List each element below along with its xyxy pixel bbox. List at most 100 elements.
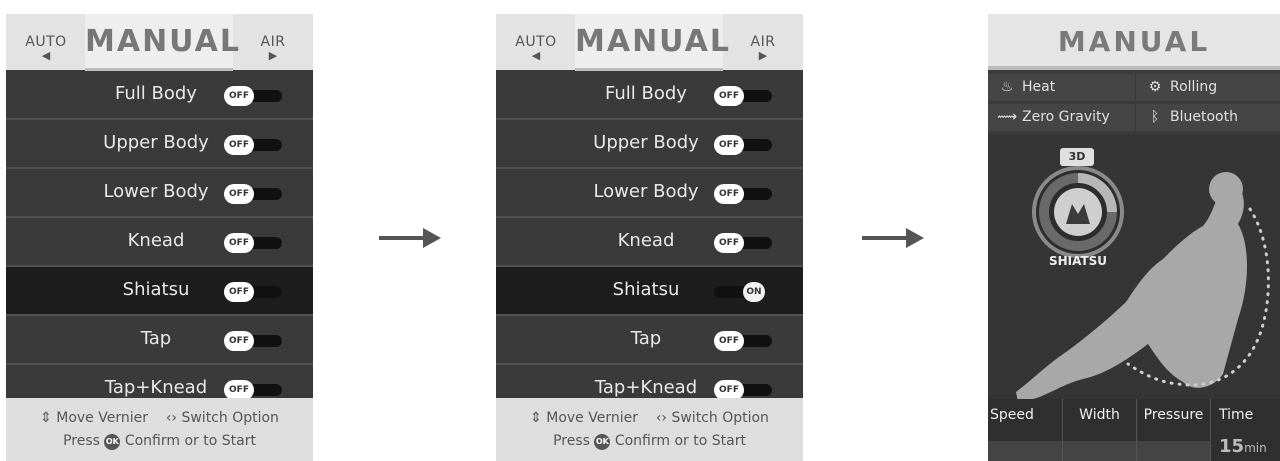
- program-toggle[interactable]: OFF: [224, 331, 298, 351]
- press-text: Press: [553, 433, 590, 449]
- manual-menu-panel-before: AUTO ◀ MANUAL AIR ▶ Full Body OFF Upper …: [6, 14, 313, 461]
- program-row-upper-body[interactable]: Upper Body OFF: [496, 120, 803, 169]
- program-row-tap[interactable]: Tap OFF: [496, 316, 803, 365]
- right-arrow-icon: [379, 228, 441, 248]
- metric-width[interactable]: Width: [1063, 399, 1137, 461]
- metric-pressure[interactable]: Pressure: [1137, 399, 1211, 461]
- program-toggle[interactable]: OFF: [224, 380, 298, 400]
- program-row-lower-body[interactable]: Lower Body OFF: [6, 169, 313, 218]
- tab-auto-label: AUTO: [515, 34, 557, 50]
- feature-bluetooth: ᛒ Bluetooth: [1136, 104, 1280, 131]
- toggle-state: OFF: [714, 86, 744, 106]
- zero-gravity-icon: ⟿: [996, 109, 1018, 125]
- triangle-left-icon: ◀: [531, 49, 541, 62]
- left-right-arrows-icon: ‹›: [165, 410, 178, 426]
- pressure-label: Pressure: [1143, 407, 1204, 423]
- program-label: Tap+Knead: [104, 377, 208, 398]
- toggle-state: OFF: [224, 184, 254, 204]
- program-toggle[interactable]: OFF: [714, 380, 788, 400]
- triangle-left-icon: ◀: [41, 49, 51, 62]
- program-row-lower-body[interactable]: Lower Body OFF: [496, 169, 803, 218]
- toggle-state: OFF: [714, 233, 744, 253]
- tab-manual[interactable]: MANUAL: [575, 14, 729, 71]
- help-footer: ⇕ Move Vernier ‹› Switch Option Press OK…: [496, 398, 803, 461]
- feature-zero-gravity: ⟿ Zero Gravity: [988, 104, 1135, 131]
- program-row-full-body[interactable]: Full Body OFF: [6, 71, 313, 120]
- program-toggle[interactable]: OFF: [714, 331, 788, 351]
- toggle-state: OFF: [224, 282, 254, 302]
- program-row-shiatsu[interactable]: Shiatsu ON: [496, 267, 803, 316]
- tab-manual[interactable]: MANUAL: [85, 14, 239, 71]
- toggle-state: OFF: [714, 380, 744, 400]
- tab-air[interactable]: AIR ▶: [723, 14, 803, 70]
- mode-tab-bar: AUTO ◀ MANUAL AIR ▶: [6, 14, 313, 71]
- toggle-state: OFF: [224, 233, 254, 253]
- program-toggle[interactable]: OFF: [714, 135, 788, 155]
- program-toggle[interactable]: OFF: [224, 282, 298, 302]
- massage-visual: 3D SHIATSU: [988, 134, 1280, 408]
- time-readout: 15min: [1219, 436, 1267, 457]
- toggle-state: OFF: [224, 86, 254, 106]
- time-value: 15: [1219, 436, 1245, 457]
- program-row-knead[interactable]: Knead OFF: [6, 218, 313, 267]
- speed-level: [988, 441, 1062, 461]
- program-row-upper-body[interactable]: Upper Body OFF: [6, 120, 313, 169]
- program-label: Tap: [140, 328, 172, 349]
- program-label: Full Body: [605, 83, 687, 104]
- program-row-shiatsu[interactable]: Shiatsu OFF: [6, 267, 313, 316]
- program-label: Shiatsu: [122, 279, 190, 300]
- program-label: Tap+Knead: [594, 377, 698, 398]
- status-title: MANUAL: [988, 14, 1280, 70]
- tab-air-label: AIR: [260, 34, 286, 50]
- feature-rolling-label: Rolling: [1170, 79, 1218, 95]
- manual-menu-panel-after: AUTO ◀ MANUAL AIR ▶ Full Body OFF Upper …: [496, 14, 803, 461]
- switch-hint: Switch Option: [671, 410, 769, 426]
- program-toggle[interactable]: OFF: [714, 233, 788, 253]
- program-label: Shiatsu: [612, 279, 680, 300]
- time-unit: min: [1244, 441, 1267, 455]
- program-toggle[interactable]: OFF: [224, 184, 298, 204]
- mode-tab-bar: AUTO ◀ MANUAL AIR ▶: [496, 14, 803, 71]
- massage-status-panel: MANUAL ♨ Heat ⚙ Rolling ⟿ Zero Gravity ᛒ Blu…: [988, 14, 1280, 461]
- press-text: Press: [63, 433, 100, 449]
- program-toggle[interactable]: OFF: [224, 86, 298, 106]
- program-list: Full Body OFF Upper Body OFF Lower Body …: [496, 71, 803, 412]
- program-toggle[interactable]: OFF: [224, 233, 298, 253]
- width-label: Width: [1079, 407, 1120, 423]
- metric-speed[interactable]: Speed: [988, 399, 1063, 461]
- confirm-hint: Confirm or to Start: [124, 433, 256, 449]
- width-level: [1063, 441, 1136, 461]
- intensity-bar: Speed Width Pressure Time 15min: [988, 399, 1280, 461]
- program-row-knead[interactable]: Knead OFF: [496, 218, 803, 267]
- tab-auto[interactable]: AUTO ◀: [496, 14, 576, 70]
- move-hint: Move Vernier: [56, 410, 148, 426]
- confirm-hint: Confirm or to Start: [614, 433, 746, 449]
- program-list: Full Body OFF Upper Body OFF Lower Body …: [6, 71, 313, 412]
- toggle-state: OFF: [714, 135, 744, 155]
- feature-rolling: ⚙ Rolling: [1136, 74, 1280, 101]
- toggle-state: OFF: [714, 331, 744, 351]
- program-toggle[interactable]: OFF: [714, 184, 788, 204]
- program-label: Knead: [617, 230, 675, 251]
- triangle-right-icon: ▶: [268, 49, 278, 62]
- feature-bluetooth-label: Bluetooth: [1170, 109, 1238, 125]
- program-toggle[interactable]: OFF: [714, 86, 788, 106]
- triangle-right-icon: ▶: [758, 49, 768, 62]
- tab-auto[interactable]: AUTO ◀: [6, 14, 86, 70]
- program-label: Full Body: [115, 83, 197, 104]
- program-label: Lower Body: [103, 181, 209, 202]
- tab-auto-label: AUTO: [25, 34, 67, 50]
- program-row-full-body[interactable]: Full Body OFF: [496, 71, 803, 120]
- toggle-state: OFF: [224, 380, 254, 400]
- program-row-tap[interactable]: Tap OFF: [6, 316, 313, 365]
- feature-heat: ♨ Heat: [988, 74, 1135, 101]
- feature-zero-gravity-label: Zero Gravity: [1022, 109, 1110, 125]
- program-toggle[interactable]: OFF: [224, 135, 298, 155]
- move-hint: Move Vernier: [546, 410, 638, 426]
- tab-air-label: AIR: [750, 34, 776, 50]
- tab-air[interactable]: AIR ▶: [233, 14, 313, 70]
- up-down-arrows-icon: ⇕: [40, 410, 52, 426]
- toggle-state: ON: [743, 282, 765, 302]
- metric-time[interactable]: Time 15min: [1211, 399, 1280, 461]
- program-toggle[interactable]: ON: [714, 282, 788, 302]
